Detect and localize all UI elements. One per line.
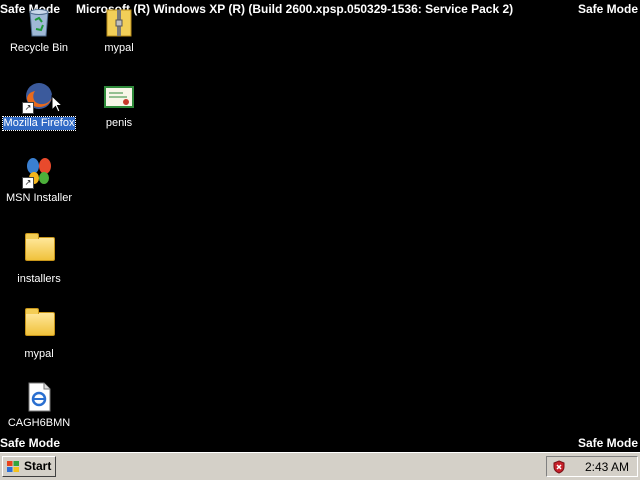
folder-icon xyxy=(23,233,55,269)
desktop-icon-label: CAGH6BMN xyxy=(7,417,71,429)
clock[interactable]: 2:43 AM xyxy=(585,460,629,474)
shortcut-arrow-icon: ↗ xyxy=(22,102,34,114)
msn-butterfly-icon: ↗ xyxy=(22,156,55,189)
desktop-icon-label: Mozilla Firefox xyxy=(1,116,77,131)
recycle-bin-icon xyxy=(23,6,55,38)
desktop-icon-installers[interactable]: installers xyxy=(1,231,77,287)
desktop-icon-label: Recycle Bin xyxy=(9,42,69,54)
safe-mode-label-bottom-left: Safe Mode xyxy=(0,436,61,450)
desktop-icon-mypal-zip[interactable]: mypal xyxy=(81,6,157,56)
safe-mode-label-bottom-right: Safe Mode xyxy=(577,436,638,450)
certificate-icon xyxy=(103,81,135,113)
desktop[interactable]: Microsoft (R) Windows XP (R) (Build 2600… xyxy=(0,0,640,452)
desktop-icon-label: installers xyxy=(17,273,61,285)
zip-folder-icon xyxy=(103,6,135,38)
desktop-icon-penis[interactable]: penis xyxy=(81,81,157,131)
desktop-icon-msn-installer[interactable]: ↗ MSN Installer xyxy=(1,156,77,206)
safe-mode-label-top-right: Safe Mode xyxy=(577,2,638,16)
desktop-icon-recycle-bin[interactable]: Recycle Bin xyxy=(1,6,77,56)
folder-icon xyxy=(23,308,55,344)
taskbar: Start 2:43 AM xyxy=(0,452,640,480)
shortcut-arrow-icon: ↗ xyxy=(22,177,34,189)
desktop-icon-label: mypal xyxy=(104,42,134,54)
desktop-icon-label: MSN Installer xyxy=(5,192,73,204)
desktop-icon-mypal-folder[interactable]: mypal xyxy=(1,306,77,362)
system-tray: 2:43 AM xyxy=(546,456,638,477)
desktop-icon-label: penis xyxy=(105,117,133,129)
start-button-label: Start xyxy=(24,459,52,473)
windows-logo-icon xyxy=(7,461,19,472)
desktop-icon-cagh6bmn[interactable]: CAGH6BMN xyxy=(1,381,77,431)
desktop-icon-label: mypal xyxy=(24,348,54,360)
start-button[interactable]: Start xyxy=(2,456,56,477)
security-shield-icon[interactable] xyxy=(552,460,566,474)
mouse-cursor-icon xyxy=(51,95,64,113)
html-document-icon xyxy=(23,381,55,413)
desktop-icon-firefox[interactable]: ↗ Mozilla Firefox xyxy=(1,81,77,131)
